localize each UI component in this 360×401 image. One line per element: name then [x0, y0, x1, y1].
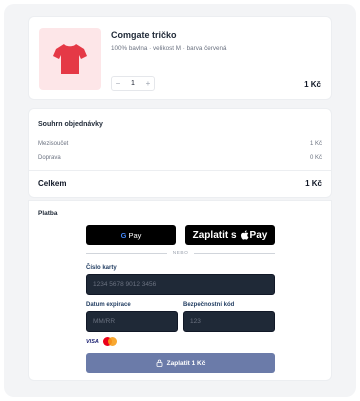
pay-button[interactable]: Zaplatit 1 Kč: [86, 353, 275, 373]
summary-title: Souhrn objednávky: [38, 121, 103, 128]
payment-card: Platba G Pay Zaplatit s Pay NEBO Číslo k…: [28, 200, 332, 381]
product-price: 1 Kč: [304, 80, 321, 89]
product-image: [39, 28, 101, 90]
expiry-label: Datum expirace: [86, 302, 131, 308]
decrease-quantity-button[interactable]: −: [112, 79, 124, 88]
apple-icon: [240, 230, 248, 240]
product-card: Comgate tričko 100% bavlna · velikost M …: [28, 16, 332, 100]
total-label: Celkem: [38, 179, 67, 188]
subtotal-value: 1 Kč: [309, 141, 322, 147]
or-line-left: [86, 253, 167, 254]
product-name: Comgate tričko: [111, 30, 177, 40]
shipping-row: Doprava 0 Kč: [38, 155, 322, 161]
order-summary-card: Souhrn objednávky Mezisoučet 1 Kč Doprav…: [28, 108, 332, 198]
google-pay-button[interactable]: G Pay: [86, 225, 176, 245]
card-number-label: Číslo karty: [86, 265, 117, 271]
cvc-input[interactable]: 123: [183, 311, 275, 332]
shipping-label: Doprava: [38, 155, 61, 161]
apple-pay-prefix: Zaplatit s: [192, 229, 237, 241]
quantity-stepper: − 1 +: [111, 76, 155, 91]
tshirt-icon: [53, 44, 87, 74]
total-row: Celkem 1 Kč: [38, 179, 322, 188]
apple-pay-button[interactable]: Zaplatit s Pay: [185, 225, 275, 245]
cvc-label: Bezpečnostní kód: [183, 302, 235, 308]
payment-title: Platba: [38, 210, 58, 217]
subtotal-row: Mezisoučet 1 Kč: [38, 141, 322, 147]
product-description: 100% bavlna · velikost M · barva červená: [111, 45, 227, 52]
card-number-input[interactable]: 1234 5678 9012 3456: [86, 274, 275, 295]
lock-icon: [156, 359, 163, 367]
google-pay-label: Pay: [128, 230, 142, 240]
pay-button-label: Zaplatit 1 Kč: [166, 359, 206, 367]
or-text: NEBO: [172, 251, 189, 256]
shipping-value: 0 Kč: [309, 155, 322, 161]
subtotal-label: Mezisoučet: [38, 141, 69, 147]
summary-divider: [29, 170, 331, 171]
card-brands: VISA: [86, 337, 117, 346]
mastercard-icon: [102, 337, 117, 346]
or-line-right: [194, 253, 276, 254]
quantity-value: 1: [131, 80, 135, 87]
expiry-input[interactable]: MM/RR: [86, 311, 178, 332]
or-divider: NEBO: [86, 251, 276, 256]
visa-logo: VISA: [86, 338, 99, 345]
total-value: 1 Kč: [305, 179, 322, 188]
google-g-icon: G: [120, 230, 127, 240]
increase-quantity-button[interactable]: +: [142, 79, 154, 88]
apple-pay-label: Pay: [249, 229, 268, 241]
